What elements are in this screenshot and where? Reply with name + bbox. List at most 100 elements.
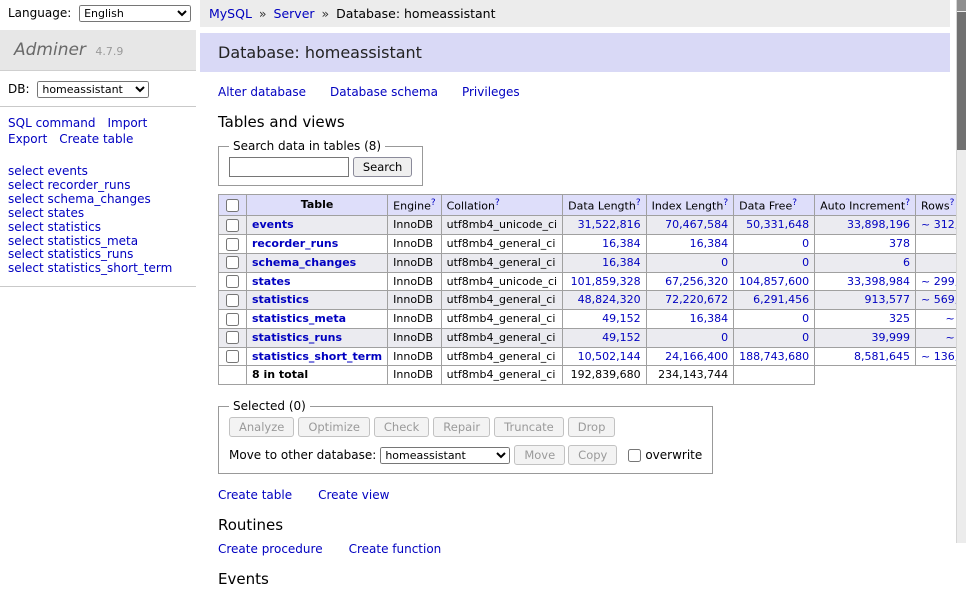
db-select[interactable]: homeassistant xyxy=(37,81,149,98)
db-nav-link[interactable]: Alter database xyxy=(218,85,306,99)
index-length-link[interactable]: 70,467,584 xyxy=(652,218,729,232)
selected-action-button[interactable]: Drop xyxy=(568,417,616,437)
auto-increment-link[interactable]: 33,898,196 xyxy=(820,218,910,232)
data-length-link[interactable]: 101,859,328 xyxy=(568,275,640,289)
data-length-link[interactable]: 49,152 xyxy=(568,312,640,326)
table-row: statistics InnoDB utf8mb4_general_ci 48,… xyxy=(219,291,966,310)
row-checkbox[interactable] xyxy=(226,313,239,326)
db-nav-link[interactable]: Database schema xyxy=(330,85,438,99)
scrollbar-thumb[interactable] xyxy=(957,12,966,150)
table-name-link[interactable]: statistics_runs xyxy=(252,331,342,344)
index-length-link[interactable]: 24,166,400 xyxy=(652,350,729,364)
column-header-label: Data Length xyxy=(568,200,636,213)
sidebar-action-link[interactable]: Export xyxy=(8,132,47,146)
auto-increment-link[interactable]: 913,577 xyxy=(820,293,910,307)
index-length-link[interactable]: 0 xyxy=(652,331,729,345)
column-help-link[interactable]: ? xyxy=(636,198,641,208)
index-length-link[interactable]: 0 xyxy=(652,256,729,270)
auto-increment-link[interactable]: 8,581,645 xyxy=(820,350,910,364)
routine-link[interactable]: Create procedure xyxy=(218,542,323,556)
data-length-link[interactable]: 48,824,320 xyxy=(568,293,640,307)
column-help-link[interactable]: ? xyxy=(950,198,955,208)
app-name[interactable]: Adminer xyxy=(14,40,86,60)
data-free-link[interactable]: 104,857,600 xyxy=(739,275,809,289)
auto-increment-link[interactable]: 33,398,984 xyxy=(820,275,910,289)
sidebar-table-link[interactable]: select states xyxy=(8,207,188,220)
data-length-link[interactable]: 16,384 xyxy=(568,256,640,270)
db-nav-link[interactable]: Privileges xyxy=(462,85,520,99)
index-length-link[interactable]: 16,384 xyxy=(652,237,729,251)
copy-button[interactable]: Copy xyxy=(568,445,617,465)
column-help-link[interactable]: ? xyxy=(792,198,797,208)
data-free-link[interactable]: 0 xyxy=(739,256,809,270)
row-checkbox[interactable] xyxy=(226,256,239,269)
routine-link[interactable]: Create function xyxy=(349,542,442,556)
auto-increment-link[interactable]: 39,999 xyxy=(820,331,910,345)
select-all-checkbox[interactable] xyxy=(226,199,239,212)
row-checkbox[interactable] xyxy=(226,238,239,251)
table-row: statistics_short_term InnoDB utf8mb4_gen… xyxy=(219,347,966,366)
data-free-link[interactable]: 0 xyxy=(739,331,809,345)
collation-cell: utf8mb4_unicode_ci xyxy=(441,272,562,291)
table-name-link[interactable]: schema_changes xyxy=(252,256,356,269)
language-select[interactable]: English xyxy=(79,5,191,22)
row-checkbox[interactable] xyxy=(226,331,239,344)
selected-action-button[interactable]: Optimize xyxy=(298,417,370,437)
table-name-link[interactable]: recorder_runs xyxy=(252,237,338,250)
row-checkbox[interactable] xyxy=(226,219,239,232)
move-db-select[interactable]: homeassistant xyxy=(380,447,510,464)
auto-increment-link[interactable]: 6 xyxy=(820,256,910,270)
data-length-link[interactable]: 49,152 xyxy=(568,331,640,345)
selected-action-button[interactable]: Repair xyxy=(433,417,490,437)
sidebar-action-link[interactable]: SQL command xyxy=(8,116,95,130)
search-button[interactable]: Search xyxy=(353,157,413,177)
selected-action-button[interactable]: Analyze xyxy=(229,417,294,437)
data-free-link[interactable]: 0 xyxy=(739,312,809,326)
sidebar-table-link[interactable]: select recorder_runs xyxy=(8,179,188,192)
column-help-link[interactable]: ? xyxy=(431,198,436,208)
selected-action-button[interactable]: Truncate xyxy=(494,417,564,437)
sidebar-table-link[interactable]: select statistics_short_term xyxy=(8,262,188,275)
search-input[interactable] xyxy=(229,157,349,177)
table-name-link[interactable]: states xyxy=(252,275,291,288)
sidebar-table-link[interactable]: select statistics xyxy=(8,221,188,234)
create-link[interactable]: Create view xyxy=(318,488,389,502)
data-free-link[interactable]: 188,743,680 xyxy=(739,350,809,364)
index-length-link[interactable]: 67,256,320 xyxy=(652,275,729,289)
index-length-link[interactable]: 16,384 xyxy=(652,312,729,326)
table-name-link[interactable]: statistics_short_term xyxy=(252,350,382,363)
table-name-link[interactable]: statistics xyxy=(252,293,309,306)
sidebar-table-link[interactable]: select statistics_runs xyxy=(8,248,188,261)
data-free-link[interactable]: 0 xyxy=(739,237,809,251)
overwrite-checkbox[interactable] xyxy=(628,449,641,462)
sidebar-table-link[interactable]: select events xyxy=(8,165,188,178)
row-checkbox[interactable] xyxy=(226,350,239,363)
column-help-link[interactable]: ? xyxy=(495,198,500,208)
data-free-link[interactable]: 50,331,648 xyxy=(739,218,809,232)
sidebar-action-link[interactable]: Import xyxy=(107,116,147,130)
column-help-link[interactable]: ? xyxy=(905,198,910,208)
auto-increment-link[interactable]: 325 xyxy=(820,312,910,326)
create-link[interactable]: Create table xyxy=(218,488,292,502)
selected-action-button[interactable]: Check xyxy=(374,417,429,437)
vertical-scrollbar[interactable] xyxy=(956,0,966,543)
sidebar-table-link[interactable]: select statistics_meta xyxy=(8,235,188,248)
data-length-link[interactable]: 31,522,816 xyxy=(568,218,640,232)
auto-increment-link[interactable]: 378 xyxy=(820,237,910,251)
index-length-cell: 24,166,400 xyxy=(646,347,734,366)
data-length-link[interactable]: 10,502,144 xyxy=(568,350,640,364)
sidebar-action-link[interactable]: Create table xyxy=(59,132,133,146)
data-free-link[interactable]: 6,291,456 xyxy=(739,293,809,307)
breadcrumb-link-server[interactable]: Server xyxy=(274,6,315,21)
index-length-link[interactable]: 72,220,672 xyxy=(652,293,729,307)
move-button[interactable]: Move xyxy=(514,445,565,465)
column-help-link[interactable]: ? xyxy=(723,198,728,208)
scroll-up-arrow-icon[interactable] xyxy=(957,0,966,11)
table-name-link[interactable]: events xyxy=(252,218,294,231)
breadcrumb-link-mysql[interactable]: MySQL xyxy=(209,6,252,21)
table-name-link[interactable]: statistics_meta xyxy=(252,312,346,325)
sidebar-table-link[interactable]: select schema_changes xyxy=(8,193,188,206)
data-length-link[interactable]: 16,384 xyxy=(568,237,640,251)
row-checkbox[interactable] xyxy=(226,275,239,288)
row-checkbox[interactable] xyxy=(226,294,239,307)
